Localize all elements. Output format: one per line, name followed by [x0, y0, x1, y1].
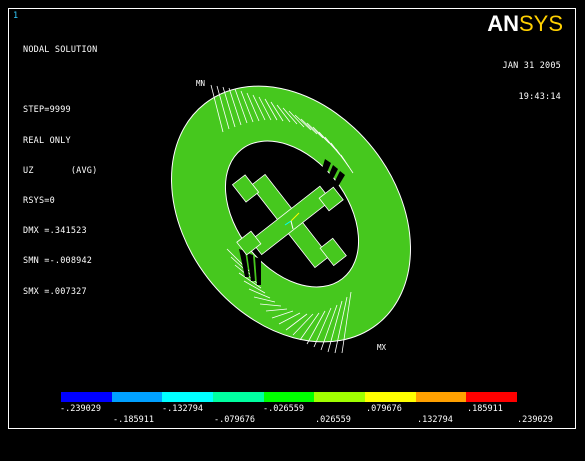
legend-label: .026559 [315, 415, 351, 425]
legend-swatch [365, 392, 416, 402]
legend-swatch [111, 392, 163, 402]
legend-label: .185911 [467, 404, 503, 414]
legend-swatch [415, 392, 467, 402]
graphics-window[interactable]: 1 NODAL SOLUTION STEP=9999 REAL ONLY UZ … [8, 8, 576, 429]
legend-label: .079676 [366, 404, 402, 414]
legend-swatch [263, 392, 315, 402]
legend-label: -.079676 [214, 415, 255, 425]
legend-swatch [213, 392, 264, 402]
legend-swatch [61, 392, 112, 402]
legend-label: -.132794 [162, 404, 203, 414]
legend-label: .239029 [517, 415, 553, 425]
legend-label: -.026559 [263, 404, 304, 414]
legend-label: .132794 [417, 415, 453, 425]
legend-label: -.239029 [60, 404, 101, 414]
legend-swatch [466, 392, 518, 402]
contour-legend-bar [61, 392, 518, 402]
legend-label: -.185911 [113, 415, 154, 425]
model-geometry [171, 84, 411, 354]
mn-marker: MN [196, 79, 205, 88]
model-plot: MN MX [171, 79, 411, 354]
legend-swatch [162, 392, 214, 402]
mx-marker: MX [377, 343, 387, 352]
legend-swatch [314, 392, 366, 402]
